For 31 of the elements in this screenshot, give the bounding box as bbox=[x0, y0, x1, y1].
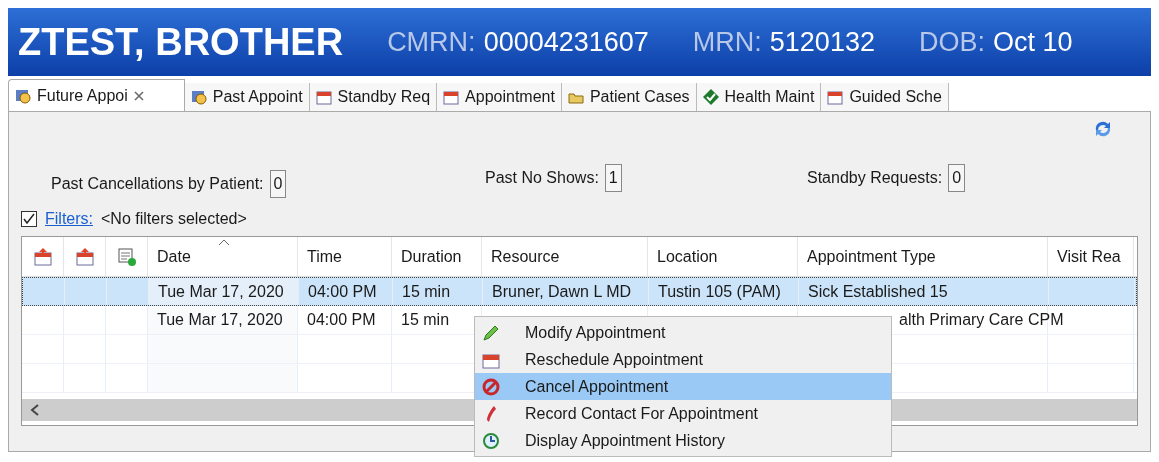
header-label: CMRN: bbox=[387, 25, 476, 59]
table-cell-text: 15 min bbox=[402, 281, 451, 302]
count-label: Past Cancellations by Patient: bbox=[51, 174, 264, 194]
table-cell-text: Tue Mar 17, 2020 bbox=[157, 310, 283, 330]
count-field: 1 bbox=[604, 164, 622, 192]
table-cell-text: Tustin 105 (PAM) bbox=[658, 281, 781, 302]
table-cell-text: Sick Established 15 bbox=[808, 281, 948, 302]
table-cell-text: alth Primary Care CPM bbox=[898, 310, 1064, 330]
header-value: 5120132 bbox=[769, 25, 875, 59]
header-label: MRN: bbox=[692, 25, 762, 59]
tab-label: Health Maint bbox=[724, 87, 815, 107]
header-value: Oct 10 bbox=[992, 25, 1073, 59]
count-field: 0 bbox=[948, 164, 966, 192]
table-cell-text: Bruner, Dawn L MD bbox=[492, 281, 631, 302]
header-label: DOB: bbox=[918, 25, 985, 59]
tab-label: Guided Sche bbox=[849, 87, 942, 107]
tab-label: Past Appoint bbox=[212, 87, 303, 107]
count-label: Standby Requests: bbox=[807, 168, 943, 188]
count-label: Past No Shows: bbox=[485, 168, 599, 188]
tab-label: Appointment bbox=[465, 87, 555, 107]
tab-label: Standby Req bbox=[337, 87, 431, 107]
table-cell-text: 04:00 PM bbox=[307, 310, 376, 330]
table-cell-text: Tue Mar 17, 2020 bbox=[158, 281, 284, 302]
header-value: 00004231607 bbox=[483, 25, 649, 59]
table-cell-text: 15 min bbox=[401, 310, 450, 330]
tab-label: Future Appoi bbox=[37, 85, 128, 106]
patient-name: ZTEST, BROTHER bbox=[18, 19, 344, 65]
filters-status: <No filters selected> bbox=[101, 209, 247, 229]
table-cell-text: 04:00 PM bbox=[308, 281, 377, 302]
tab-label: Patient Cases bbox=[589, 87, 690, 107]
count-field: 0 bbox=[269, 170, 287, 198]
